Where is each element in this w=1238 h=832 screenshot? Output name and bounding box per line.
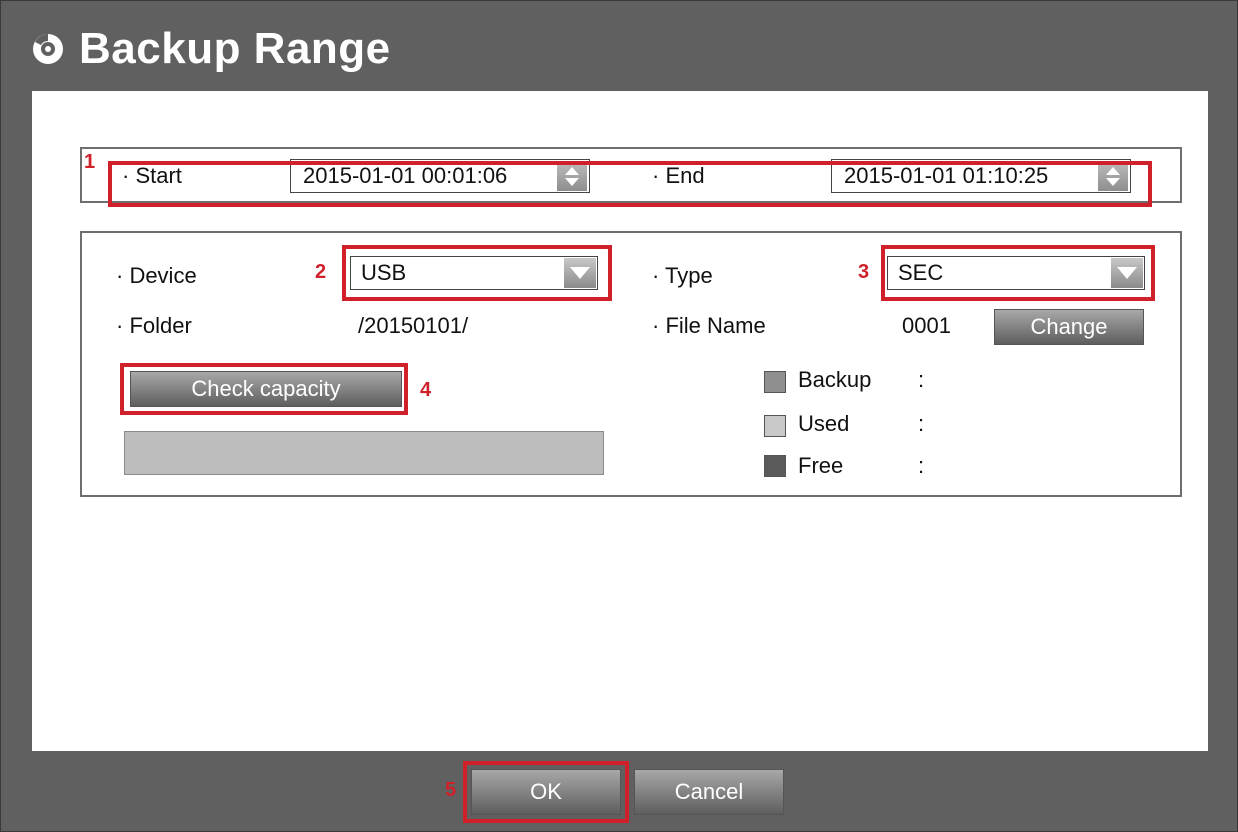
callout-number-3: 3	[858, 261, 870, 283]
filename-value: 0001	[902, 313, 951, 338]
free-legend-label: Free	[798, 453, 844, 478]
used-legend-label: Used	[798, 411, 850, 436]
callout-number-2: 2	[315, 261, 327, 283]
free-legend-swatch	[764, 455, 786, 477]
backup-disc-icon	[33, 34, 63, 64]
callout-box-1	[108, 161, 1152, 207]
title-bar: Backup Range	[31, 19, 391, 79]
backup-legend-label: Backup	[798, 367, 872, 392]
callout-box-4	[120, 363, 408, 415]
callout-box-3	[881, 245, 1155, 301]
folder-value: /20150101/	[358, 313, 469, 338]
used-legend-swatch	[764, 415, 786, 437]
backup-range-dialog: Backup Range · Start 2015-01-01 00:01:06…	[0, 0, 1238, 832]
free-legend-sep: :	[918, 453, 925, 478]
device-label: · Device	[116, 263, 197, 288]
filename-label: · File Name	[652, 313, 766, 338]
backup-legend-swatch	[764, 371, 786, 393]
change-button[interactable]: Change	[994, 309, 1144, 345]
folder-label: · Folder	[116, 313, 192, 338]
callout-number-5: 5	[445, 779, 457, 801]
callout-number-1: 1	[84, 151, 96, 173]
type-label: · Type	[652, 263, 713, 288]
callout-box-2	[342, 245, 612, 301]
cancel-button[interactable]: Cancel	[634, 769, 784, 815]
dialog-title: Backup Range	[79, 24, 391, 73]
callout-number-4: 4	[420, 379, 432, 401]
dialog-content: · Start 2015-01-01 00:01:06 · End 2015-0…	[32, 91, 1208, 751]
capacity-bar	[124, 431, 604, 475]
backup-legend-sep: :	[918, 367, 925, 392]
callout-box-5	[463, 761, 629, 823]
used-legend-sep: :	[918, 411, 925, 436]
